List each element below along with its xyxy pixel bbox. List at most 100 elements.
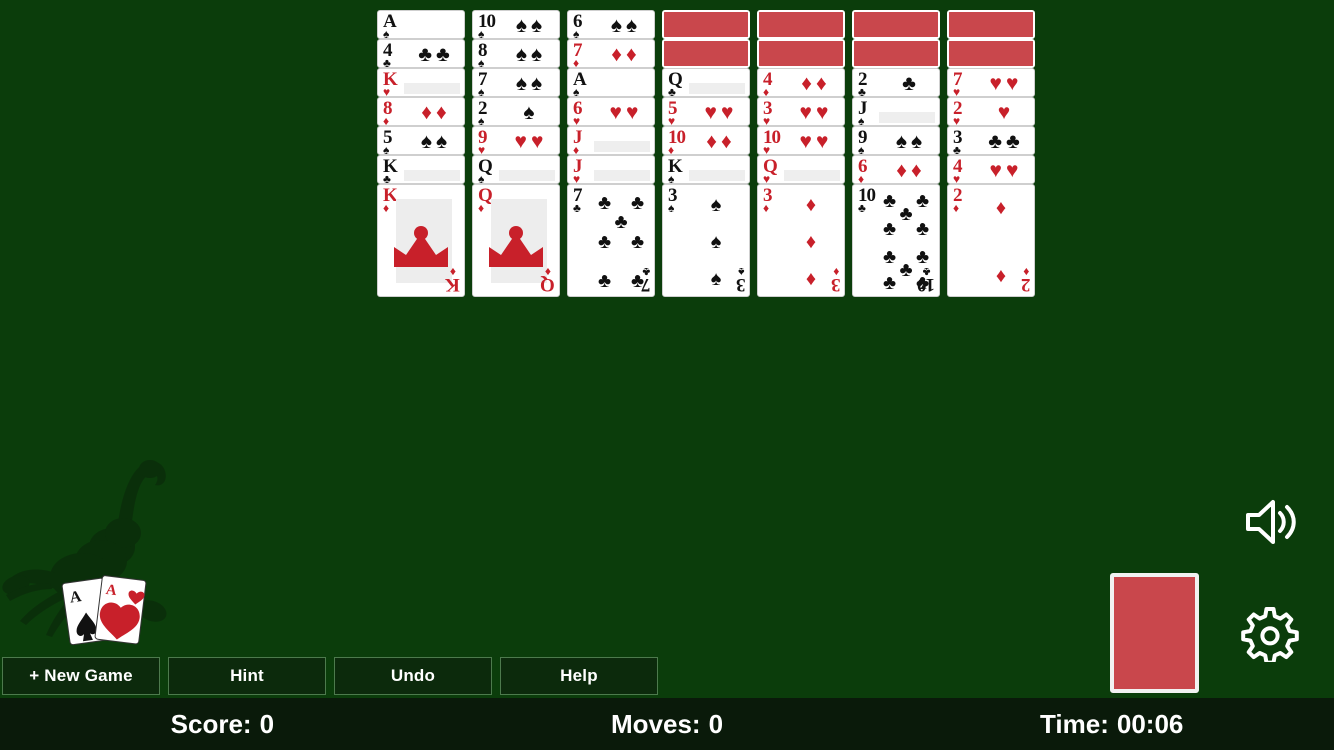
card-face-down[interactable]	[947, 10, 1035, 39]
pip-diamonds-icon: ♦	[805, 231, 817, 253]
pip-clubs-icon: ♣	[899, 258, 913, 281]
card-6-of-hearts[interactable]: 6 ♥ ♥ ♥	[567, 97, 655, 126]
card-3-of-spades[interactable]: 3 ♠ ♠ ♠ ♠ 3 ♠	[662, 184, 750, 297]
card-4-of-hearts[interactable]: 4 ♥ ♥ ♥	[947, 155, 1035, 184]
card-back-pattern	[664, 41, 748, 66]
card-2-of-hearts[interactable]: 2 ♥ ♥	[947, 97, 1035, 126]
card-A-of-spades[interactable]: A ♠	[567, 68, 655, 97]
tableau-column-4[interactable]: Q ♣ 5 ♥ ♥ ♥ 10 ♦ ♦ ♦ K ♠ 3 ♠ ♠ ♠ ♠ 3 ♠	[662, 10, 750, 297]
card-10-of-spades[interactable]: 10 ♠ ♠ ♠	[472, 10, 560, 39]
card-rank-corner: K ♣	[383, 157, 398, 183]
card-J-of-hearts[interactable]: J ♥	[567, 155, 655, 184]
card-face-down[interactable]	[662, 39, 750, 68]
tableau: A ♠ 4 ♣ ♣ ♣ K ♥ 8 ♦ ♦ ♦ 5 ♠ ♠ ♠ K ♣ K ♦ K ♦ 10 ♠ ♠ ♠ 8 ♠ ♠ ♠ 7 ♠ ♠ ♠ 2 ♠ ♠ 9 ♥…	[377, 10, 1042, 297]
card-rank-corner: 3 ♠	[668, 186, 677, 214]
card-face-down[interactable]	[757, 10, 845, 39]
new-game-button[interactable]: + New Game	[2, 657, 160, 695]
card-6-of-diamonds[interactable]: 6 ♦ ♦ ♦	[852, 155, 940, 184]
pip-clubs-icon: ♣	[1006, 130, 1020, 153]
card-4-of-diamonds[interactable]: 4 ♦ ♦ ♦	[757, 68, 845, 97]
card-rank-corner-bottom: 10 ♣	[918, 265, 935, 295]
card-A-of-spades[interactable]: A ♠	[377, 10, 465, 39]
card-9-of-hearts[interactable]: 9 ♥ ♥ ♥	[472, 126, 560, 155]
card-pips: ♦ ♦	[784, 71, 844, 96]
card-pips: ♦ ♦	[594, 42, 654, 67]
card-back-pattern	[854, 41, 938, 66]
card-10-of-diamonds[interactable]: 10 ♦ ♦ ♦	[662, 126, 750, 155]
card-face-strip	[594, 141, 650, 152]
settings-button[interactable]	[1240, 602, 1300, 665]
pip-hearts-icon: ♥	[721, 101, 734, 124]
tableau-column-2[interactable]: 10 ♠ ♠ ♠ 8 ♠ ♠ ♠ 7 ♠ ♠ ♠ 2 ♠ ♠ 9 ♥ ♥ ♥ Q ♠ Q ♦ Q ♦	[472, 10, 560, 297]
card-J-of-diamonds[interactable]: J ♦	[567, 126, 655, 155]
card-8-of-diamonds[interactable]: 8 ♦ ♦ ♦	[377, 97, 465, 126]
card-9-of-spades[interactable]: 9 ♠ ♠ ♠	[852, 126, 940, 155]
card-10-of-clubs[interactable]: 10 ♣ ♣ ♣ ♣ ♣ ♣ ♣ ♣ ♣ ♣ ♣ 10 ♣	[852, 184, 940, 297]
pip-spades-icon: ♠	[436, 130, 448, 153]
card-face-down[interactable]	[852, 39, 940, 68]
card-3-of-clubs[interactable]: 3 ♣ ♣ ♣	[947, 126, 1035, 155]
card-J-of-spades[interactable]: J ♠	[852, 97, 940, 126]
card-pips: ♠ ♠	[499, 71, 559, 96]
card-K-of-diamonds[interactable]: K ♦ K ♦	[377, 184, 465, 297]
help-button[interactable]: Help	[500, 657, 658, 695]
card-pips: ♠	[499, 100, 559, 125]
pip-hearts-icon: ♥	[799, 101, 812, 124]
pip-spades-icon: ♠	[531, 72, 543, 95]
card-face-strip	[689, 170, 745, 181]
sound-toggle-button[interactable]	[1240, 492, 1302, 552]
card-rank-corner-bottom: 7 ♣	[642, 265, 651, 295]
hint-button[interactable]: Hint	[168, 657, 326, 695]
undo-button[interactable]: Undo	[334, 657, 492, 695]
card-7-of-diamonds[interactable]: 7 ♦ ♦ ♦	[567, 39, 655, 68]
tableau-column-5[interactable]: 4 ♦ ♦ ♦ 3 ♥ ♥ ♥ 10 ♥ ♥ ♥ Q ♥ 3 ♦ ♦ ♦ ♦ 3 ♦	[757, 10, 845, 297]
pip-clubs-icon: ♣	[882, 218, 897, 241]
card-back-pattern	[949, 12, 1033, 37]
card-7-of-hearts[interactable]: 7 ♥ ♥ ♥	[947, 68, 1035, 97]
card-rank-corner: 4 ♣	[383, 41, 392, 67]
pip-spades-icon: ♠	[515, 72, 527, 95]
score-value: 0	[259, 708, 275, 739]
card-rank-corner-bottom: 2 ♦	[1022, 265, 1031, 295]
card-2-of-spades[interactable]: 2 ♠ ♠	[472, 97, 560, 126]
pip-diamonds-icon: ♦	[721, 130, 732, 153]
pip-hearts-icon: ♥	[816, 101, 829, 124]
card-face-down[interactable]	[947, 39, 1035, 68]
tableau-column-7[interactable]: 7 ♥ ♥ ♥ 2 ♥ ♥ 3 ♣ ♣ ♣ 4 ♥ ♥ ♥ 2 ♦ ♦ ♦ 2 ♦	[947, 10, 1035, 297]
card-K-of-spades[interactable]: K ♠	[662, 155, 750, 184]
card-2-of-clubs[interactable]: 2 ♣ ♣	[852, 68, 940, 97]
card-K-of-hearts[interactable]: K ♥	[377, 68, 465, 97]
card-rank-corner: 2 ♥	[953, 99, 962, 125]
pip-clubs-icon: ♣	[436, 43, 450, 66]
card-K-of-clubs[interactable]: K ♣	[377, 155, 465, 184]
card-Q-of-spades[interactable]: Q ♠	[472, 155, 560, 184]
card-6-of-spades[interactable]: 6 ♠ ♠ ♠	[567, 10, 655, 39]
card-8-of-spades[interactable]: 8 ♠ ♠ ♠	[472, 39, 560, 68]
card-face-down[interactable]	[757, 39, 845, 68]
card-face-strip	[784, 170, 840, 181]
pip-clubs-icon: ♣	[630, 231, 645, 253]
card-3-of-hearts[interactable]: 3 ♥ ♥ ♥	[757, 97, 845, 126]
card-rank-corner: K ♥	[383, 70, 398, 96]
card-7-of-clubs[interactable]: 7 ♣ ♣ ♣ ♣ ♣ ♣ ♣ ♣ 7 ♣	[567, 184, 655, 297]
card-4-of-clubs[interactable]: 4 ♣ ♣ ♣	[377, 39, 465, 68]
pip-hearts-icon: ♥	[989, 72, 1002, 95]
pip-clubs-icon: ♣	[597, 231, 612, 253]
card-3-of-diamonds[interactable]: 3 ♦ ♦ ♦ ♦ 3 ♦	[757, 184, 845, 297]
card-Q-of-hearts[interactable]: Q ♥	[757, 155, 845, 184]
card-5-of-spades[interactable]: 5 ♠ ♠ ♠	[377, 126, 465, 155]
tableau-column-1[interactable]: A ♠ 4 ♣ ♣ ♣ K ♥ 8 ♦ ♦ ♦ 5 ♠ ♠ ♠ K ♣ K ♦ K ♦	[377, 10, 465, 297]
card-suit-clubs-icon: ♣	[858, 85, 866, 97]
card-10-of-hearts[interactable]: 10 ♥ ♥ ♥	[757, 126, 845, 155]
card-face-down[interactable]	[852, 10, 940, 39]
pip-clubs-icon: ♣	[597, 191, 612, 214]
card-face-down[interactable]	[662, 10, 750, 39]
tableau-column-3[interactable]: 6 ♠ ♠ ♠ 7 ♦ ♦ ♦ A ♠ 6 ♥ ♥ ♥ J ♦ J ♥ 7 ♣ ♣ ♣ ♣ ♣ ♣ ♣ ♣ 7 ♣	[567, 10, 655, 297]
card-5-of-hearts[interactable]: 5 ♥ ♥ ♥	[662, 97, 750, 126]
pip-diamonds-icon: ♦	[805, 193, 817, 216]
card-Q-of-diamonds[interactable]: Q ♦ Q ♦	[472, 184, 560, 297]
card-2-of-diamonds[interactable]: 2 ♦ ♦ ♦ 2 ♦	[947, 184, 1035, 297]
tableau-column-6[interactable]: 2 ♣ ♣ J ♠ 9 ♠ ♠ ♠ 6 ♦ ♦ ♦ 10 ♣ ♣ ♣ ♣ ♣ ♣ ♣ ♣ ♣ ♣ ♣ 10 ♣	[852, 10, 940, 297]
card-Q-of-clubs[interactable]: Q ♣	[662, 68, 750, 97]
card-7-of-spades[interactable]: 7 ♠ ♠ ♠	[472, 68, 560, 97]
